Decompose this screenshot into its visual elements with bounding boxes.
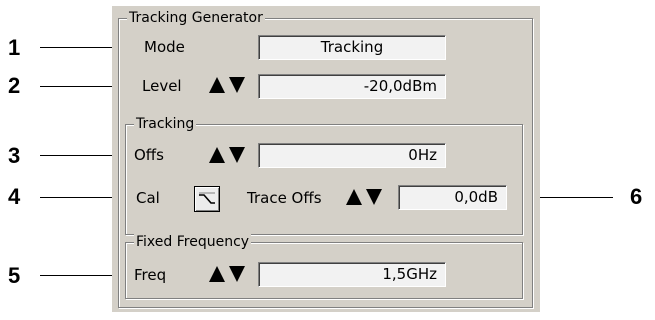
cal-label: Cal [136, 189, 160, 207]
cal-button[interactable] [194, 186, 220, 212]
leader-line-4 [40, 197, 122, 198]
freq-spin[interactable] [208, 264, 248, 286]
down-arrow-icon[interactable] [366, 189, 382, 205]
callout-4: 4 [8, 184, 21, 209]
up-arrow-icon[interactable] [209, 77, 225, 93]
trace-offs-spin[interactable] [345, 187, 385, 209]
callout-2: 2 [8, 73, 21, 98]
mode-field[interactable]: Tracking [258, 35, 446, 60]
leader-line-3 [40, 155, 122, 156]
leader-line-1 [40, 47, 122, 48]
down-arrow-icon[interactable] [229, 147, 245, 163]
leader-line-6 [531, 197, 613, 198]
callout-5: 5 [8, 263, 21, 288]
tracking-group: Tracking [125, 115, 523, 235]
offs-field[interactable]: 0Hz [258, 143, 446, 168]
level-spin[interactable] [208, 75, 248, 97]
mode-label: Mode [144, 38, 185, 56]
trace-offs-field[interactable]: 0,0dB [398, 185, 507, 210]
tracking-generator-panel: Tracking Generator Mode Tracking Level -… [112, 6, 540, 312]
callout-1: 1 [8, 35, 21, 60]
up-arrow-icon[interactable] [209, 147, 225, 163]
level-label: Level [142, 77, 182, 95]
freq-field[interactable]: 1,5GHz [258, 262, 446, 287]
callout-3: 3 [8, 143, 21, 168]
up-arrow-icon[interactable] [346, 189, 362, 205]
offs-label: Offs [134, 146, 164, 164]
leader-line-5 [40, 275, 122, 276]
trace-offs-label: Trace Offs [247, 189, 322, 207]
tracking-title: Tracking [134, 115, 197, 133]
calibration-curve-icon [199, 192, 215, 204]
callout-6: 6 [630, 184, 643, 209]
fixed-frequency-title: Fixed Frequency [134, 233, 252, 251]
leader-line-2 [40, 86, 122, 87]
offs-spin[interactable] [208, 145, 248, 167]
level-field[interactable]: -20,0dBm [258, 74, 446, 99]
up-arrow-icon[interactable] [209, 266, 225, 282]
tracking-generator-title: Tracking Generator [127, 9, 265, 27]
down-arrow-icon[interactable] [229, 77, 245, 93]
down-arrow-icon[interactable] [229, 266, 245, 282]
freq-label: Freq [134, 266, 167, 284]
